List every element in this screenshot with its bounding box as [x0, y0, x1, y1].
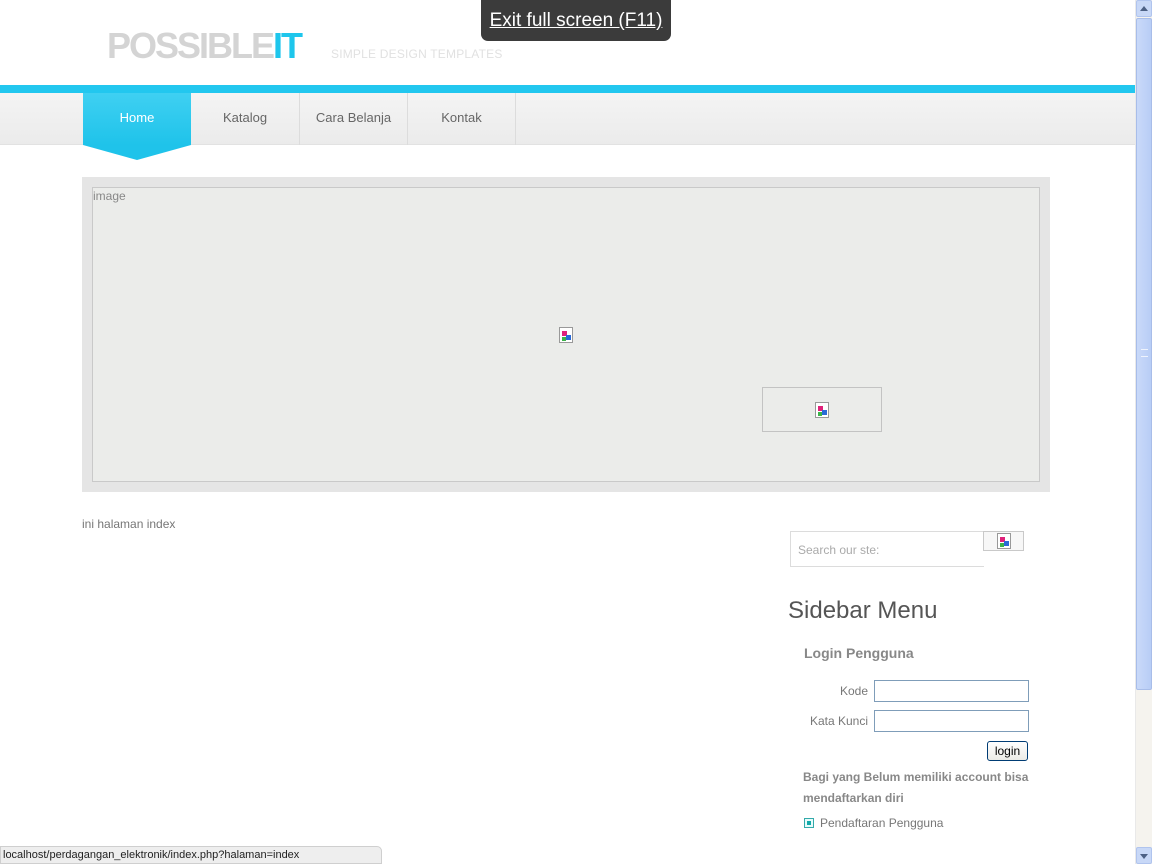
search-input[interactable]: Search our ste:	[790, 531, 984, 567]
scrollbar-thumb[interactable]	[1136, 18, 1152, 690]
register-note: Bagi yang Belum memiliki account bisa me…	[803, 770, 1029, 805]
sidebar-title: Sidebar Menu	[788, 597, 938, 624]
broken-image-icon	[815, 402, 829, 418]
kode-label: Kode	[839, 684, 868, 698]
grip-icon	[1141, 349, 1148, 357]
nav-item-home[interactable]: Home	[83, 93, 191, 145]
register-link-icon	[804, 818, 814, 828]
arrow-down-icon	[1140, 854, 1148, 859]
nav-item-katalog[interactable]: Katalog	[191, 93, 300, 145]
exit-fullscreen-link[interactable]: Exit full screen (F11)	[481, 0, 671, 41]
login-button[interactable]: login	[987, 741, 1028, 761]
kode-field[interactable]	[874, 680, 1029, 702]
logo-text-possible: POSSIBLE	[107, 25, 275, 66]
scroll-down-button[interactable]	[1136, 847, 1152, 864]
browser-status-bar: localhost/perdagangan_elektronik/index.p…	[0, 846, 382, 864]
banner-alt-text: image	[93, 189, 126, 203]
main-nav: Home Katalog Cara Belanja Kontak	[0, 93, 1135, 145]
scroll-up-button[interactable]	[1136, 0, 1152, 17]
kata-kunci-label: Kata Kunci	[809, 714, 868, 728]
broken-image-icon	[997, 533, 1011, 549]
site-logo[interactable]: POSSIBLEIT	[107, 25, 303, 66]
banner-frame: image	[82, 177, 1050, 492]
arrow-up-icon	[1140, 6, 1148, 11]
banner-image: image	[92, 187, 1040, 482]
logo-text-it: IT	[273, 25, 303, 66]
login-title: Login Pengguna	[804, 645, 914, 661]
accent-bar	[0, 85, 1135, 93]
broken-image-icon	[559, 327, 573, 343]
nav-item-cara-belanja[interactable]: Cara Belanja	[300, 93, 408, 145]
banner-thumbnail[interactable]	[762, 387, 882, 432]
page-content-text: ini halaman index	[82, 517, 176, 531]
active-nav-indicator	[83, 145, 191, 160]
vertical-scrollbar[interactable]	[1135, 0, 1152, 864]
nav-item-kontak[interactable]: Kontak	[408, 93, 516, 145]
kata-kunci-field[interactable]	[874, 710, 1029, 732]
site-tagline: SIMPLE DESIGN TEMPLATES	[331, 47, 503, 61]
search-button[interactable]	[983, 531, 1024, 551]
register-link[interactable]: Pendaftaran Pengguna	[820, 816, 943, 830]
